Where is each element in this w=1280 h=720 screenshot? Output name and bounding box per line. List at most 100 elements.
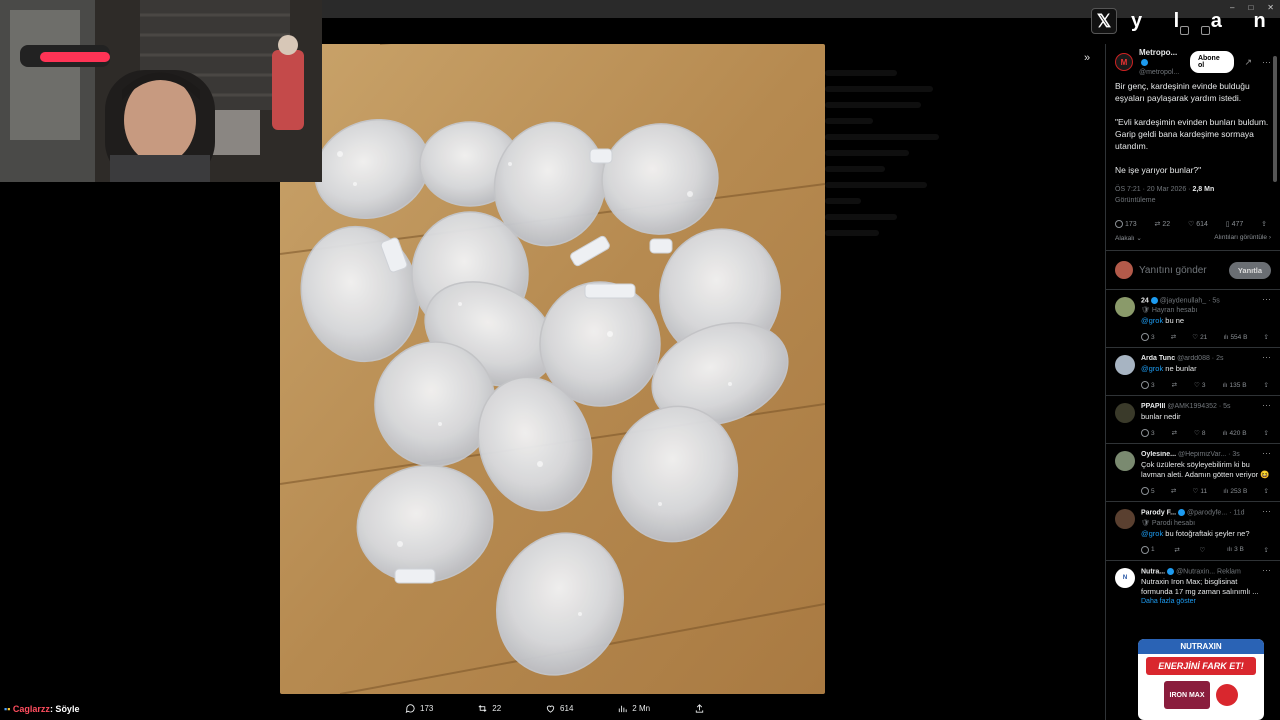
share-icon[interactable]: ⇪ [1261,220,1267,228]
reply-author-name[interactable]: Parody F... [1141,510,1176,517]
reply-action[interactable]: 3 [1141,429,1155,438]
photo-illustration [280,44,825,694]
views-count: 135 B [1229,381,1247,389]
share-icon[interactable]: ⇪ [1264,429,1269,437]
views-action[interactable]: ılı 554 B [1223,333,1247,341]
sort-dropdown[interactable]: Alakalı ⌄ [1115,234,1142,242]
ad-item[interactable]: N Nutra... @Nutraxin... Reklam Nutraxin … [1106,561,1280,611]
retweet-count: 22 [492,703,502,713]
mention-link[interactable]: @grok [1141,529,1163,538]
more-options-icon[interactable]: ··· [1262,57,1271,67]
reply-action[interactable]: 3 [1141,333,1155,342]
close-icon[interactable]: ✕ [1267,3,1274,12]
scrollbar[interactable] [1273,56,1277,182]
ad-author-handle: @Nutraxin... [1176,568,1216,576]
reply-author-name[interactable]: Arda Tunc [1141,355,1175,362]
follow-button[interactable]: Abone ol [1189,51,1235,73]
mention-link[interactable]: @grok [1141,316,1163,325]
retweet-icon[interactable]: ⇄ [1172,429,1177,437]
retweet-icon[interactable]: ⇄ [1174,546,1179,554]
post-photo[interactable] [280,44,825,694]
avatar[interactable] [1115,451,1135,472]
reply-author-name[interactable]: 24 [1141,297,1149,304]
more-options-icon[interactable]: ··· [1262,294,1271,304]
retweet-icon[interactable]: ⇄ [1171,333,1176,341]
background-page-ghost [825,60,945,360]
reply-count: 1 [1151,546,1155,554]
avatar[interactable] [1115,297,1135,317]
share-action[interactable] [694,700,705,716]
author-name[interactable]: Metropo... [1139,48,1177,57]
like-action[interactable]: 614 [545,700,573,716]
like-action[interactable]: ♡ 8 [1194,429,1206,438]
like-action[interactable]: ♡ 21 [1192,333,1207,342]
more-options-icon[interactable]: ··· [1262,400,1271,410]
retweet-icon[interactable]: ⇄ [1171,487,1176,495]
reply-item[interactable]: Öylesine... @HepimizVar... · 3s Çok üzül… [1106,444,1280,503]
views-action[interactable]: ılı 420 B [1222,429,1246,437]
avatar[interactable] [1115,403,1135,424]
reply-action[interactable]: 3 [1141,381,1155,390]
reply-author-name[interactable]: Öylesine... [1141,451,1176,458]
post-body: Bir genç, kardeşinin evinde bulduğu eşya… [1115,80,1271,176]
views-action[interactable]: 2 Mn [617,700,650,716]
share-icon[interactable]: ⇪ [1264,381,1269,389]
like-action[interactable]: ♡ [1199,546,1207,554]
reply-item[interactable]: Arda Tunc @ardd088 · 2s @grok ne bunlar … [1106,348,1280,397]
like-action[interactable]: ♡ 11 [1192,487,1207,496]
minimize-icon[interactable]: – [1230,3,1234,12]
profile-icon[interactable] [1201,26,1210,35]
reply-input[interactable]: Yanıtını gönder [1139,265,1207,276]
verified-badge-icon [1167,567,1175,575]
author-handle[interactable]: @metropol... [1139,68,1184,77]
reply-count: 3 [1151,381,1155,389]
more-options-icon[interactable]: ··· [1262,506,1271,516]
share-icon[interactable]: ⇪ [1264,546,1269,554]
main-post: M Metropo... @metropol... Abone ol ↗ ···… [1106,47,1280,242]
reply-author-name[interactable]: PPAPIII [1141,403,1165,410]
reply-button[interactable]: Yanıtla [1228,261,1271,279]
reply-stat[interactable]: 173 [1115,220,1137,228]
more-options-icon[interactable]: ··· [1262,352,1271,362]
webcam-illustration [0,0,322,182]
retweet-action[interactable]: 22 [477,700,501,716]
reply-item[interactable]: PPAPIII @AMK1994352 · 5s bunlar nedir 3 … [1106,396,1280,445]
extension-icon[interactable] [1180,26,1189,35]
avatar[interactable]: M [1115,53,1133,71]
maximize-icon[interactable]: □ [1248,3,1253,12]
reply-action[interactable]: 5 [1141,487,1155,496]
views-action[interactable]: ılı 135 B [1222,381,1246,389]
window-controls[interactable]: – □ ✕ [1230,3,1274,12]
share-icon[interactable]: ⇪ [1264,487,1269,495]
show-more-link[interactable]: Daha fazla göster [1141,598,1271,605]
reply-action[interactable]: 173 [405,700,433,716]
avatar[interactable] [1115,355,1135,376]
mention-link[interactable]: @grok [1141,364,1163,373]
stream-chat-line: ▪▪ Caglarzz: Söyle [4,704,79,714]
ad-author-name[interactable]: Nutra... [1141,568,1165,575]
grok-icon[interactable]: ↗ [1244,57,1252,68]
avatar[interactable]: N [1115,567,1135,588]
views-count: 2 Mn [632,703,651,713]
avatar[interactable] [1115,509,1135,530]
reply-item[interactable]: 24 @jaydenullah_ · 5s 🛡 Hayran hesabı @g… [1106,290,1280,349]
retweet-icon: ⇄ [1154,221,1161,228]
bookmark-stat[interactable]: ▯ 477 [1226,220,1244,229]
view-quotes-link[interactable]: Alıntıları görüntüle › [1214,234,1271,242]
reply-item[interactable]: Parody F... @parodyfe... · 11d 🛡 Parodi … [1106,502,1280,561]
like-count: 8 [1201,429,1206,437]
reply-author-handle: @jaydenullah_ · 5s [1159,297,1220,305]
like-action[interactable]: ♡ 3 [1194,381,1205,390]
views-action[interactable]: ılı 3 B [1227,546,1244,554]
retweet-stat[interactable]: ⇄ 22 [1154,220,1171,229]
chevron-double-right-icon[interactable]: » [1084,52,1090,64]
post-timestamp[interactable]: ÖS 7:21 · 20 Mar 2026 · [1115,186,1190,193]
views-action[interactable]: ılı 253 B [1223,487,1247,495]
more-options-icon[interactable]: ··· [1262,565,1271,575]
more-options-icon[interactable]: ··· [1262,448,1271,458]
retweet-icon[interactable]: ⇄ [1172,381,1177,389]
ad-image[interactable]: NUTRAXIN ENERJİNİ FARK ET! IRON MAX [1138,639,1264,720]
like-stat[interactable]: ♡ 614 [1188,220,1208,229]
reply-action[interactable]: 1 [1141,545,1155,554]
share-icon[interactable]: ⇪ [1264,333,1269,341]
